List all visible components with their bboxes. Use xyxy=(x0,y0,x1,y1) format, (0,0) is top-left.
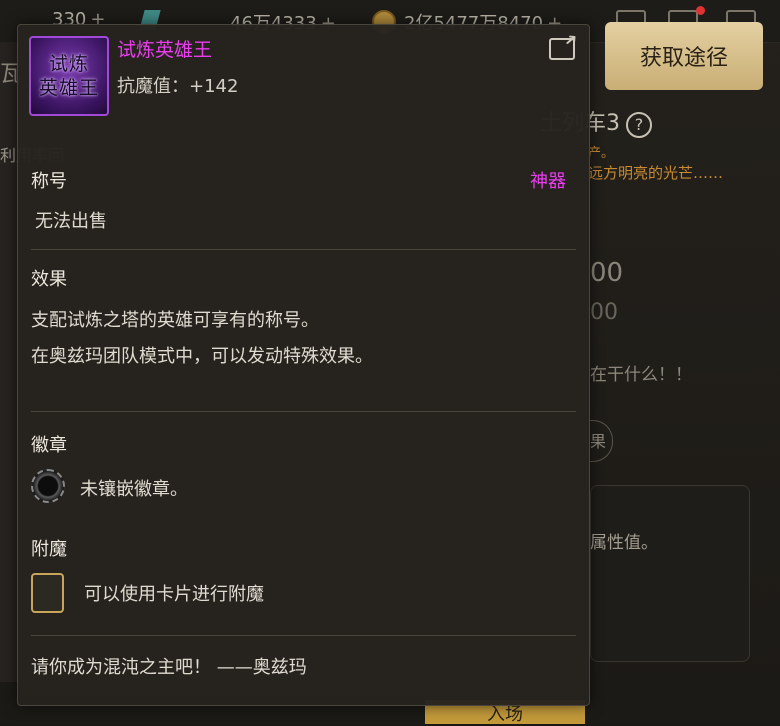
trade-status: 无法出售 xyxy=(35,211,107,232)
effect-text-2: 在奥兹玛团队模式中，可以发动特殊效果。 xyxy=(31,346,373,367)
item-icon-text-2: 英雄王 xyxy=(38,77,99,99)
background-box-text: 属性值。 xyxy=(590,533,658,553)
background-orange-text-2: 远方明亮的光芒…… xyxy=(588,164,724,182)
effect-text-1: 支配试炼之塔的英雄可享有的称号。 xyxy=(31,310,319,331)
divider xyxy=(31,249,576,250)
help-icon[interactable]: ? xyxy=(626,112,652,138)
acquire-path-button[interactable]: 获取途径 xyxy=(605,22,763,90)
item-stat: 抗魔值：+142 xyxy=(117,76,239,97)
background-orange-text-1: 产。 xyxy=(588,146,615,161)
rarity-label: 神器 xyxy=(530,171,566,192)
empty-emblem-socket-icon xyxy=(31,469,65,503)
item-icon-text-1: 试炼 xyxy=(48,53,89,75)
flavor-text: 请你成为混沌之主吧！ ——奥兹玛 xyxy=(31,657,307,678)
background-effect-label: 果 xyxy=(590,432,607,451)
background-tower-title: 00 xyxy=(590,258,624,288)
emblem-label: 徽章 xyxy=(31,435,67,456)
enchant-label: 附魔 xyxy=(31,539,67,560)
divider xyxy=(31,635,576,636)
effect-label: 效果 xyxy=(31,269,67,290)
divider xyxy=(31,411,576,412)
item-name: 试炼英雄王 xyxy=(117,39,213,61)
notification-dot xyxy=(696,6,705,15)
share-icon[interactable] xyxy=(549,38,575,60)
category-label: 称号 xyxy=(31,171,67,192)
enchant-text: 可以使用卡片进行附魔 xyxy=(84,584,264,605)
emblem-text: 未镶嵌徽章。 xyxy=(80,479,188,500)
background-info-box xyxy=(590,485,750,662)
background-mid-text: 在干什么！！ xyxy=(590,365,692,385)
title-item-icon: 试炼 英雄王 xyxy=(29,36,109,116)
enchant-card-slot-icon xyxy=(31,573,64,613)
background-tower-value: 00 xyxy=(590,300,618,325)
item-tooltip: 试炼 英雄王 试炼英雄王 抗魔值：+142 称号 神器 无法出售 效果 支配试炼… xyxy=(17,24,590,706)
